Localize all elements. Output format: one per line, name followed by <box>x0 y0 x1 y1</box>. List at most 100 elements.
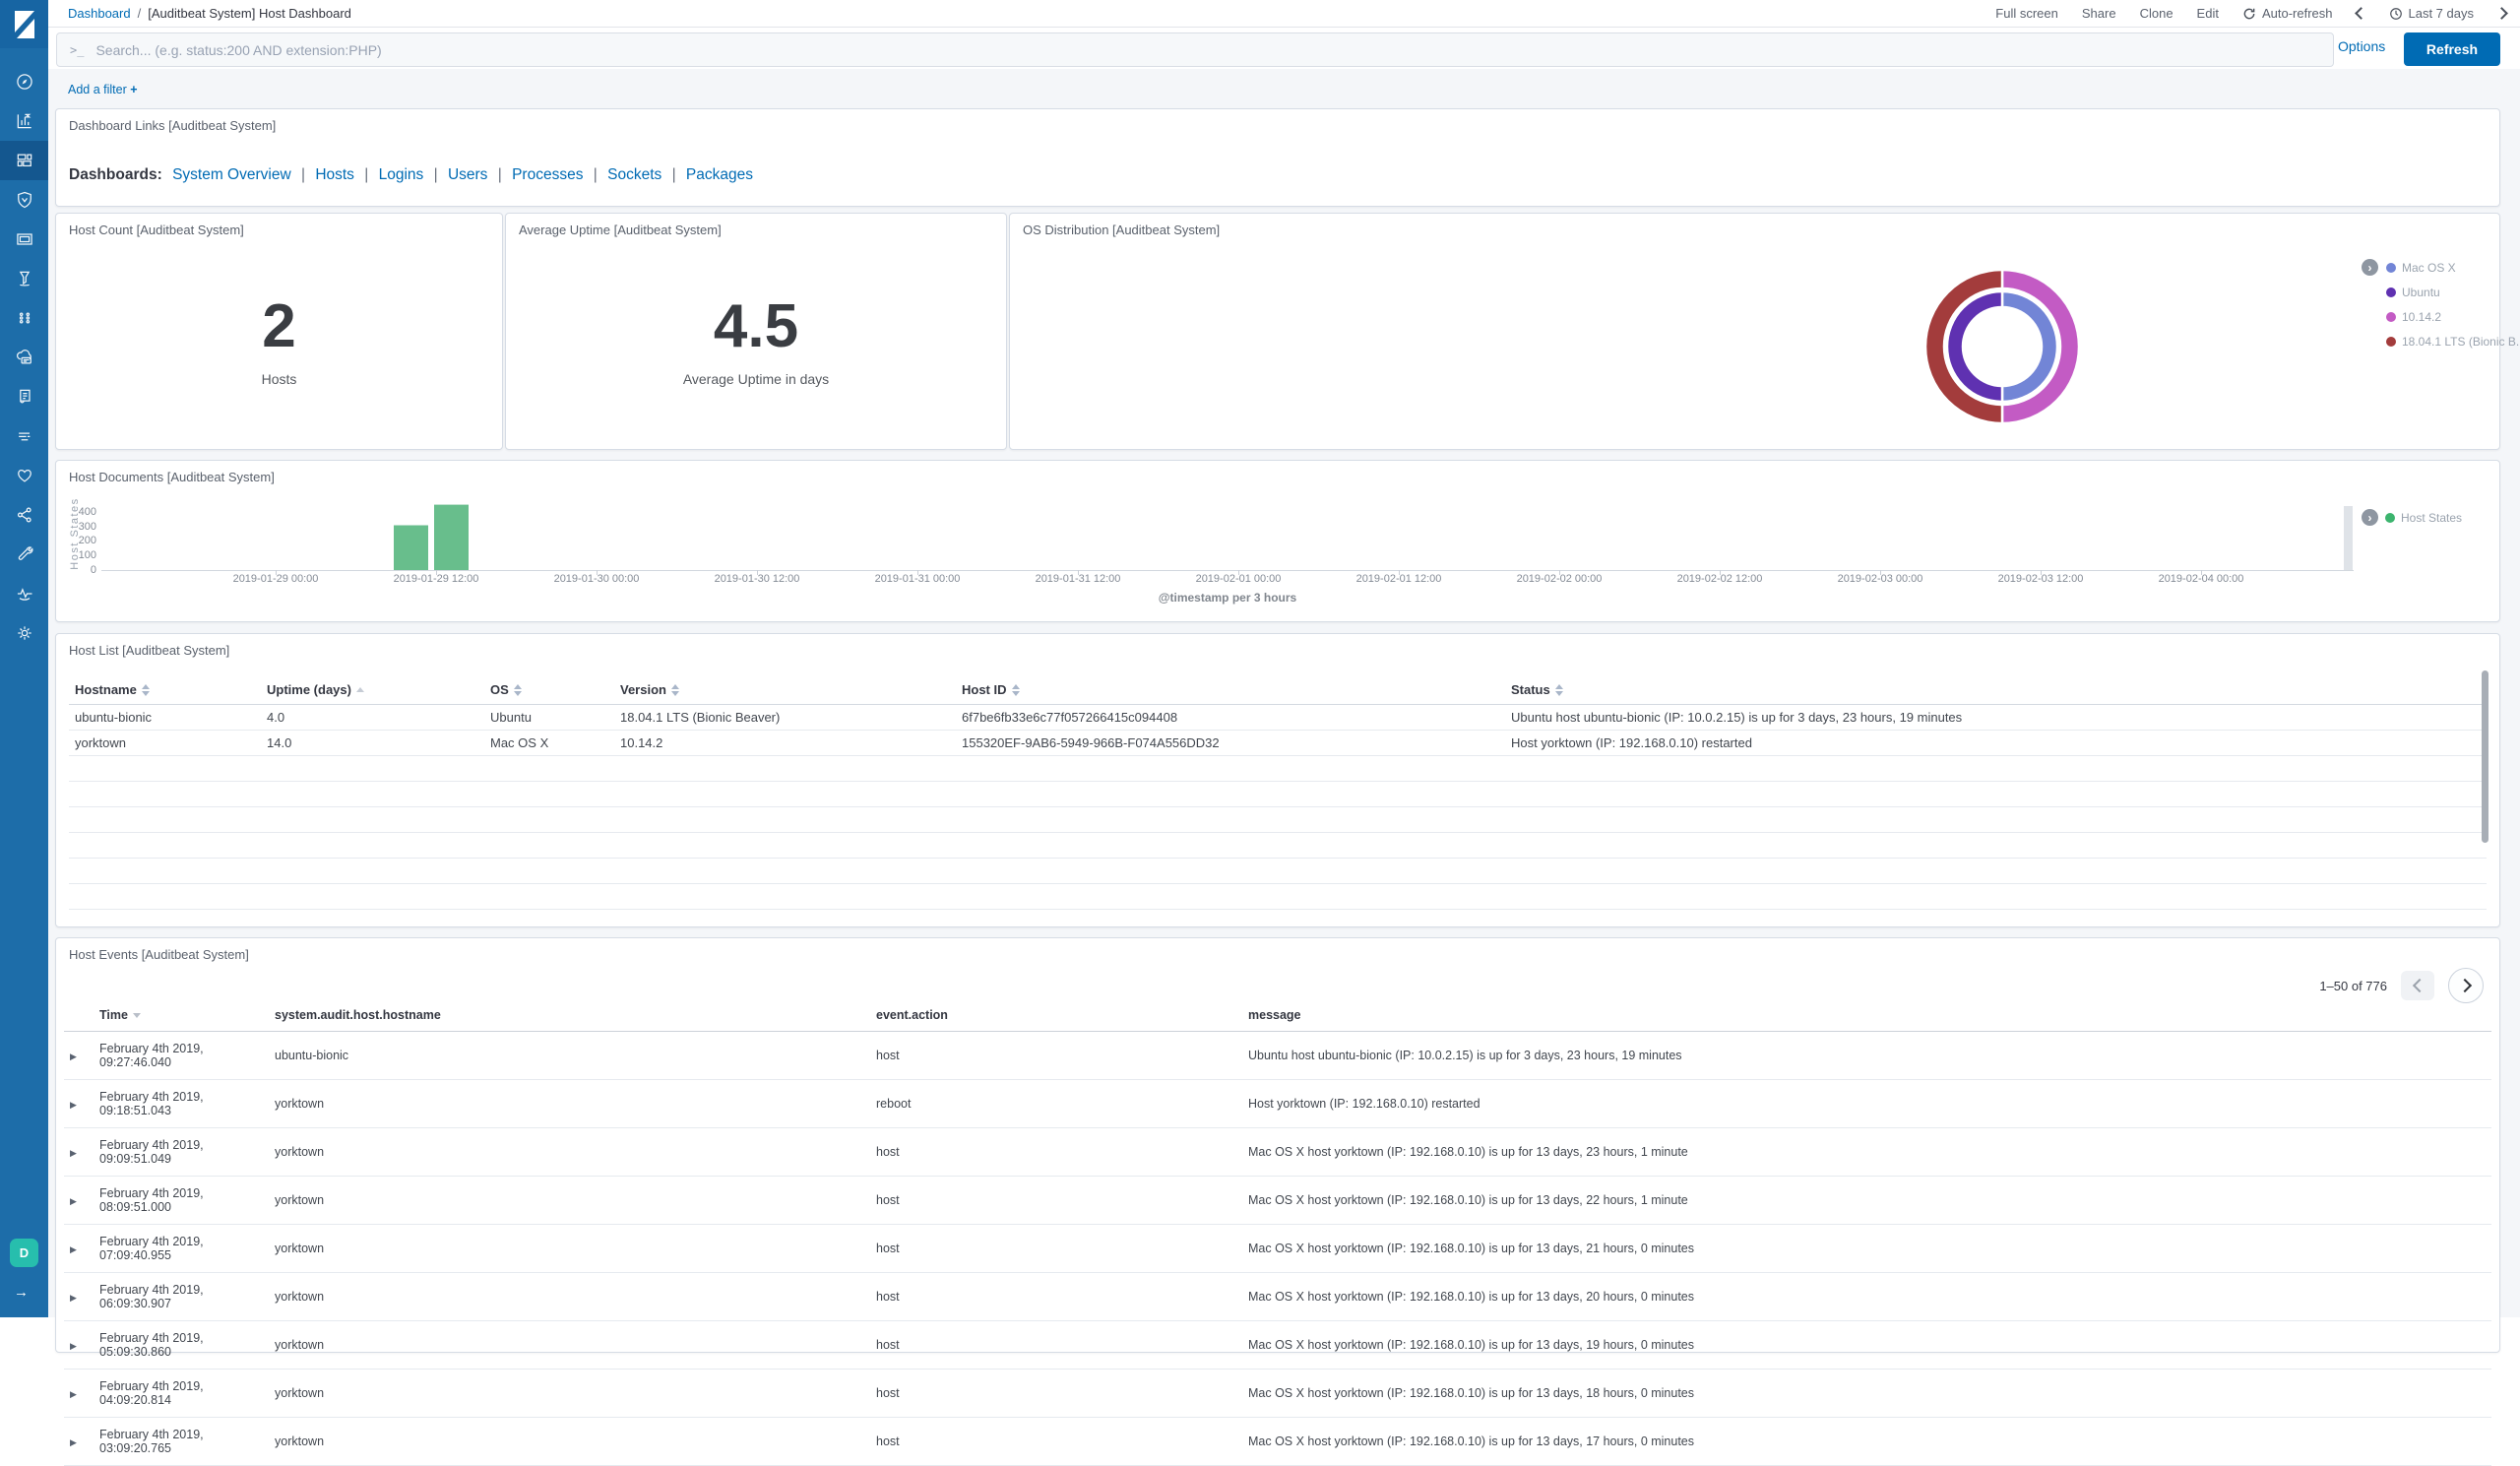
expand-row-icon[interactable]: ▶ <box>70 1244 77 1254</box>
link-logins[interactable]: Logins <box>379 166 424 183</box>
legend-expand-button[interactable]: › <box>2362 259 2378 276</box>
column-header-status[interactable]: Status <box>1505 676 2487 705</box>
sidebar-item-monitoring[interactable] <box>0 574 48 613</box>
expand-row-icon[interactable]: ▶ <box>70 1389 77 1399</box>
sort-desc-icon <box>133 1013 141 1018</box>
bar-chart-icon <box>15 111 34 131</box>
cell-hostname: yorktown <box>269 1273 870 1321</box>
cell-hostname: yorktown <box>269 1128 870 1177</box>
sidebar-item-timelion[interactable] <box>0 259 48 298</box>
time-forward-button[interactable] <box>2497 9 2506 18</box>
link-system-overview[interactable]: System Overview <box>172 166 291 183</box>
panel-title: Average Uptime [Auditbeat System] <box>519 223 722 237</box>
time-back-button[interactable] <box>2357 9 2365 18</box>
options-link[interactable]: Options <box>2338 38 2385 54</box>
legend-expand-button[interactable]: › <box>2362 509 2378 526</box>
legend-item[interactable]: Host States <box>2385 505 2462 530</box>
lines-icon <box>15 426 34 446</box>
cell-status: Ubuntu host ubuntu-bionic (IP: 10.0.2.15… <box>1505 705 2487 731</box>
breadcrumb-dashboard-link[interactable]: Dashboard <box>68 6 131 21</box>
sidebar-item-graph[interactable] <box>0 495 48 535</box>
top-nav: Dashboard / [Auditbeat System] Host Dash… <box>48 0 2520 28</box>
cell-os: Ubuntu <box>484 705 614 731</box>
link-hosts[interactable]: Hosts <box>315 166 354 183</box>
legend-item[interactable]: 10.14.2 <box>2386 304 2520 329</box>
sidebar-item-discover[interactable] <box>0 62 48 101</box>
event-row: ▶ February 4th 2019, 09:27:46.040 ubuntu… <box>64 1032 2491 1080</box>
expand-row-icon[interactable]: ▶ <box>70 1052 77 1061</box>
column-header-version[interactable]: Version <box>614 676 956 705</box>
column-header-uptime[interactable]: Uptime (days) <box>261 676 484 705</box>
link-processes[interactable]: Processes <box>512 166 583 183</box>
column-header-event-action[interactable]: event.action <box>870 1000 1242 1032</box>
sidebar-item-infrastructure[interactable] <box>0 338 48 377</box>
link-sockets[interactable]: Sockets <box>607 166 662 183</box>
column-header-time[interactable]: Time <box>94 1000 269 1032</box>
column-header-hostname[interactable]: system.audit.host.hostname <box>269 1000 870 1032</box>
chevron-left-icon <box>2412 979 2426 992</box>
cell-hostname: ubuntu-bionic <box>69 705 261 731</box>
sort-icon <box>142 684 150 696</box>
table-header-row: Hostname Uptime (days) OS Version Host I… <box>69 676 2487 705</box>
previous-page-button[interactable] <box>2401 971 2434 1000</box>
scrollbar-thumb[interactable] <box>2482 670 2488 843</box>
kibana-logo[interactable] <box>0 0 48 48</box>
event-row: ▶ February 4th 2019, 08:09:51.000 yorkto… <box>64 1177 2491 1225</box>
legend-label: Ubuntu <box>2402 286 2440 299</box>
clone-button[interactable]: Clone <box>2140 6 2174 21</box>
refresh-button[interactable]: Refresh <box>2404 32 2500 66</box>
host-count-value: 2 <box>56 296 502 357</box>
time-range-button[interactable]: Last 7 days <box>2389 6 2475 21</box>
column-header-hostname[interactable]: Hostname <box>69 676 261 705</box>
sidebar-item-management[interactable] <box>0 613 48 653</box>
cell-action: reboot <box>870 1080 1242 1128</box>
legend-item[interactable]: Mac OS X <box>2386 255 2520 280</box>
sidebar-item-apm[interactable] <box>0 416 48 456</box>
next-page-button[interactable] <box>2448 968 2484 1003</box>
expand-row-icon[interactable]: ▶ <box>70 1196 77 1206</box>
add-filter-button[interactable]: Add a filter + <box>68 83 138 96</box>
search-input[interactable] <box>94 41 2333 59</box>
auto-refresh-button[interactable]: Auto-refresh <box>2242 6 2333 21</box>
column-header-host-id[interactable]: Host ID <box>956 676 1505 705</box>
os-distribution-legend: Mac OS X Ubuntu 10.14.2 18.04.1 LTS (Bio… <box>2386 255 2520 353</box>
sidebar: D → <box>0 0 48 1317</box>
expand-row-icon[interactable]: ▶ <box>70 1437 77 1447</box>
expand-row-icon[interactable]: ▶ <box>70 1293 77 1303</box>
legend-label: Host States <box>2401 511 2462 525</box>
link-users[interactable]: Users <box>448 166 487 183</box>
full-screen-button[interactable]: Full screen <box>1995 6 2058 21</box>
space-badge[interactable]: D <box>10 1239 38 1267</box>
link-packages[interactable]: Packages <box>686 166 753 183</box>
legend-item[interactable]: 18.04.1 LTS (Bionic B... <box>2386 329 2520 353</box>
x-axis-line <box>101 570 2354 571</box>
legend-item[interactable]: Ubuntu <box>2386 280 2520 304</box>
sidebar-item-visualize[interactable] <box>0 101 48 141</box>
bar[interactable] <box>434 505 469 570</box>
sidebar-item-maps[interactable] <box>0 180 48 220</box>
column-header-message[interactable]: message <box>1242 1000 2491 1032</box>
sidebar-item-dashboard[interactable] <box>0 141 48 180</box>
cell-version: 10.14.2 <box>614 731 956 756</box>
expand-row-icon[interactable]: ▶ <box>70 1341 77 1351</box>
search-box[interactable]: >_ <box>56 32 2334 67</box>
dashboard-icon <box>15 151 34 170</box>
sidebar-item-logs[interactable] <box>0 377 48 416</box>
edit-button[interactable]: Edit <box>2197 6 2219 21</box>
sidebar-item-canvas[interactable] <box>0 220 48 259</box>
expand-row-icon[interactable]: ▶ <box>70 1148 77 1158</box>
sidebar-item-dev-tools[interactable] <box>0 535 48 574</box>
bar[interactable] <box>394 526 428 571</box>
share-button[interactable]: Share <box>2082 6 2116 21</box>
cell-hostname: yorktown <box>269 1225 870 1273</box>
column-header-os[interactable]: OS <box>484 676 614 705</box>
dashboard-grid: Add a filter + Dashboard Links [Auditbea… <box>48 69 2520 1317</box>
expand-sidebar-icon[interactable]: → <box>14 1284 29 1301</box>
sidebar-item-machine-learning[interactable] <box>0 298 48 338</box>
compass-icon <box>15 72 34 92</box>
os-distribution-donut[interactable] <box>1914 258 2091 435</box>
x-tick-label: 2019-01-29 00:00 <box>233 573 319 585</box>
expand-row-icon[interactable]: ▶ <box>70 1100 77 1110</box>
sidebar-item-uptime[interactable] <box>0 456 48 495</box>
cell-action: host <box>870 1370 1242 1418</box>
